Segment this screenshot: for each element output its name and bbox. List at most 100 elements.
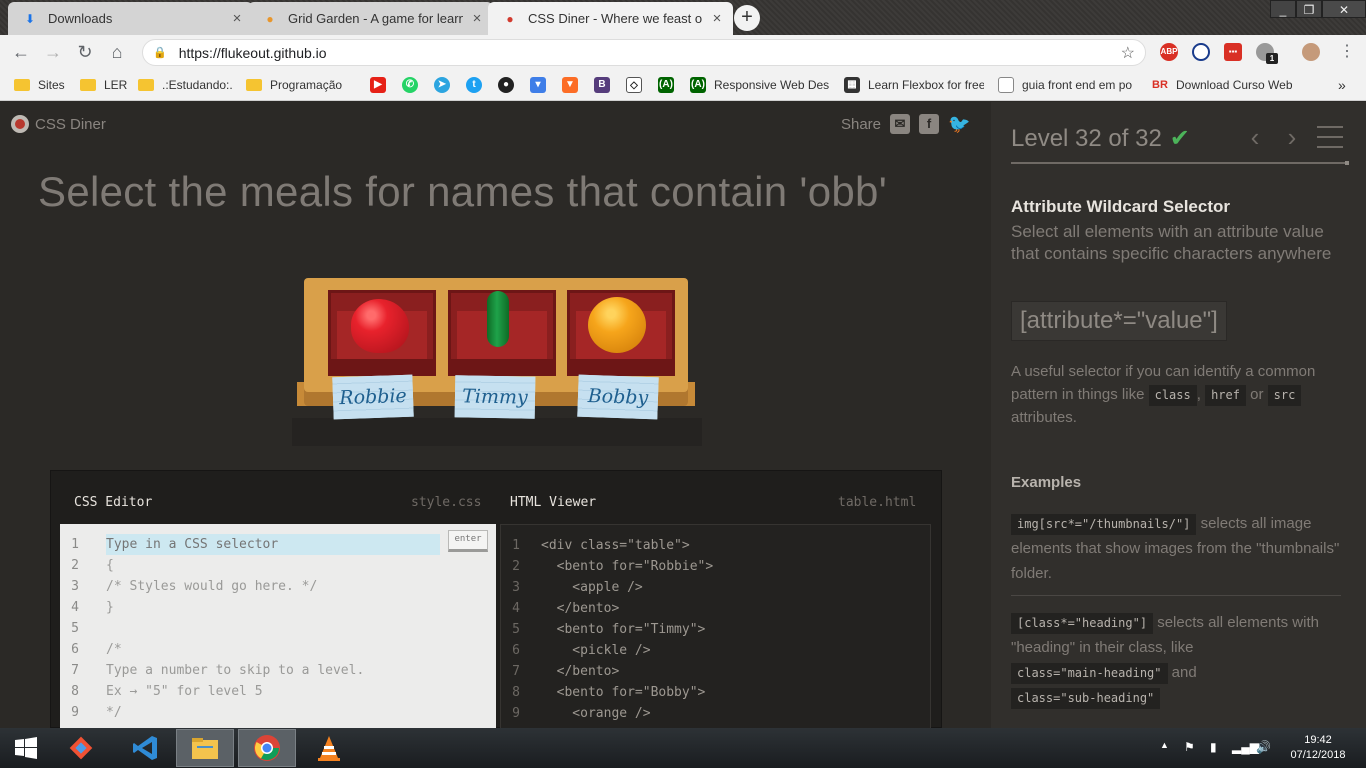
markup-line[interactable]: <pickle /> (541, 643, 650, 658)
tray-expand-icon[interactable]: ▲ (1160, 740, 1169, 750)
codepen-icon[interactable]: ◇ (626, 75, 642, 95)
folder-icon (138, 79, 154, 91)
folder-icon (14, 79, 30, 91)
tab-downloads[interactable]: ⬇ Downloads × (8, 2, 253, 35)
code-tag: class (1148, 385, 1197, 406)
css-selector-input[interactable] (106, 534, 440, 555)
web-page: CSS Diner Share ✉ f 🐦 Select the meals f… (0, 102, 1366, 728)
html-viewer-pane: 1 2 3 4 5 6 7 8 9 <div class="table"> <b… (500, 524, 931, 728)
apple-icon[interactable] (351, 299, 409, 353)
back-icon[interactable]: ← (10, 41, 32, 63)
address-bar[interactable]: 🔒 https://flukeout.github.io ☆ (142, 39, 1146, 66)
tab-css-diner[interactable]: ● CSS Diner - Where we feast on C × (488, 2, 733, 35)
new-tab-button[interactable]: + (734, 5, 760, 31)
markup-line[interactable]: <bento for="Timmy"> (541, 622, 706, 637)
markup-line[interactable]: <bento for="Robbie"> (541, 559, 714, 574)
code-line: Type a number to skip to a level. (106, 663, 365, 678)
action-center-flag-icon[interactable]: ⚑ (1184, 740, 1195, 754)
more-bookmarks-button[interactable]: » (1338, 75, 1346, 95)
level-sidebar: Level 32 of 32 ✔ ‹ › Attribute Wildcard … (991, 102, 1366, 728)
chrome-icon[interactable] (238, 729, 296, 767)
bookmark-programacao[interactable]: Programação (246, 75, 354, 95)
telegram-icon[interactable]: ➤ (434, 75, 450, 95)
network-icon[interactable]: ▂▄▆ (1232, 740, 1259, 754)
bookmarks-bar: Sites LER .:Estudando:. Programação ▶ ✆ … (0, 69, 1366, 101)
html-viewer-title: HTML Viewer (510, 495, 597, 510)
close-icon[interactable]: × (469, 10, 485, 27)
pickle-icon[interactable] (487, 291, 509, 347)
extension-red-icon[interactable]: ▪▪▪ (1224, 43, 1242, 61)
orange-icon[interactable] (588, 297, 646, 353)
bookmark-learn-flexbox[interactable]: ▦ Learn Flexbox for free (844, 75, 984, 95)
markup-line[interactable]: </bento> (541, 601, 620, 616)
volume-icon[interactable]: 🔊 (1256, 740, 1271, 754)
html-file-name: table.html (838, 495, 917, 510)
brand-name: CSS Diner (35, 115, 106, 133)
windows-start-icon[interactable] (0, 729, 52, 767)
level-indicator: Level 32 of 32 ✔ (1011, 124, 1190, 153)
selector-description: Select all elements with an attribute va… (1011, 222, 1332, 263)
markup-line[interactable]: </bento> (541, 664, 620, 679)
tab-grid-garden[interactable]: ● Grid Garden - A game for learnin × (248, 2, 493, 35)
bookmark-download-curso[interactable]: BR Download Curso Web (1152, 75, 1292, 95)
file-explorer-icon[interactable] (176, 729, 234, 767)
battery-icon[interactable]: ▮ (1210, 740, 1217, 754)
github-icon[interactable]: ● (498, 75, 514, 95)
enter-button[interactable]: enter (448, 530, 488, 552)
markup-line[interactable]: <orange /> (541, 706, 650, 721)
markup-line[interactable]: <bento for="Bobby"> (541, 685, 706, 700)
folder-icon (80, 79, 96, 91)
twitter-icon[interactable]: 🐦 (948, 114, 970, 134)
bookmark-responsive-web[interactable]: (A) Responsive Web Des (690, 75, 830, 95)
minimize-icon[interactable]: _ (1270, 0, 1296, 18)
whatsapp-icon[interactable]: ✆ (402, 75, 418, 95)
css-diner-icon: ● (506, 11, 514, 26)
extension-badge: 1 (1266, 53, 1278, 64)
reload-icon[interactable]: ↻ (74, 41, 96, 63)
git-kraken-icon[interactable] (52, 729, 110, 767)
code-line: /* Styles would go here. */ (106, 579, 318, 594)
bookmark-star-icon[interactable]: ☆ (1121, 43, 1135, 63)
folder-icon (246, 79, 262, 91)
email-icon[interactable]: ✉ (890, 114, 910, 134)
forward-icon[interactable]: → (42, 41, 64, 63)
examples-heading: Examples (1011, 474, 1082, 491)
level-menu-icon[interactable] (1317, 126, 1343, 148)
close-icon[interactable]: × (709, 10, 725, 27)
menu-kebab-icon[interactable]: ⋮ (1336, 41, 1358, 63)
bookmark-ler[interactable]: LER (80, 75, 127, 95)
twitter-icon[interactable]: t (466, 75, 482, 95)
lock-icon: 🔒 (153, 47, 167, 59)
bento-box[interactable] (567, 290, 675, 376)
next-level-icon[interactable]: › (1281, 122, 1303, 153)
bento-box[interactable] (448, 290, 556, 376)
bookmark-estudando[interactable]: .:Estudando:. (138, 75, 236, 95)
adblock-icon[interactable]: ABP (1160, 43, 1178, 61)
brand[interactable]: CSS Diner (11, 115, 106, 133)
facebook-icon[interactable]: f (919, 114, 939, 134)
window-close-icon[interactable]: ✕ (1322, 0, 1366, 18)
pocket-icon[interactable]: ▾ (530, 75, 546, 95)
bento-box[interactable] (328, 290, 436, 376)
restore-icon[interactable]: ❐ (1296, 0, 1322, 18)
vscode-icon[interactable] (116, 729, 174, 767)
divider (1011, 595, 1341, 596)
browser-tab-strip: ⬇ Downloads × ● Grid Garden - A game for… (0, 0, 1366, 35)
youtube-icon[interactable]: ▶ (370, 75, 386, 95)
bookmark-guia-front-end[interactable]: guia front end em po (998, 75, 1138, 95)
close-icon[interactable]: × (229, 10, 245, 27)
profile-avatar[interactable] (1302, 43, 1320, 61)
bookmark-sites[interactable]: Sites (14, 75, 65, 95)
markup-line[interactable]: <apple /> (541, 580, 642, 595)
bootstrap-icon[interactable]: B (594, 75, 610, 95)
home-icon[interactable]: ⌂ (106, 41, 128, 63)
bookmark-label: Learn Flexbox for free (868, 78, 984, 92)
block-icon[interactable] (1192, 43, 1210, 61)
css-editor-title: CSS Editor (74, 495, 153, 510)
markup-line[interactable]: <div class="table"> (541, 538, 690, 553)
gitlab-icon[interactable]: ▼ (562, 75, 578, 95)
freecodecamp-icon[interactable]: (A) (658, 75, 674, 95)
previous-level-icon[interactable]: ‹ (1244, 122, 1266, 153)
vlc-icon[interactable] (300, 729, 358, 767)
system-clock[interactable]: 19:42 07/12/2018 (1282, 733, 1354, 763)
